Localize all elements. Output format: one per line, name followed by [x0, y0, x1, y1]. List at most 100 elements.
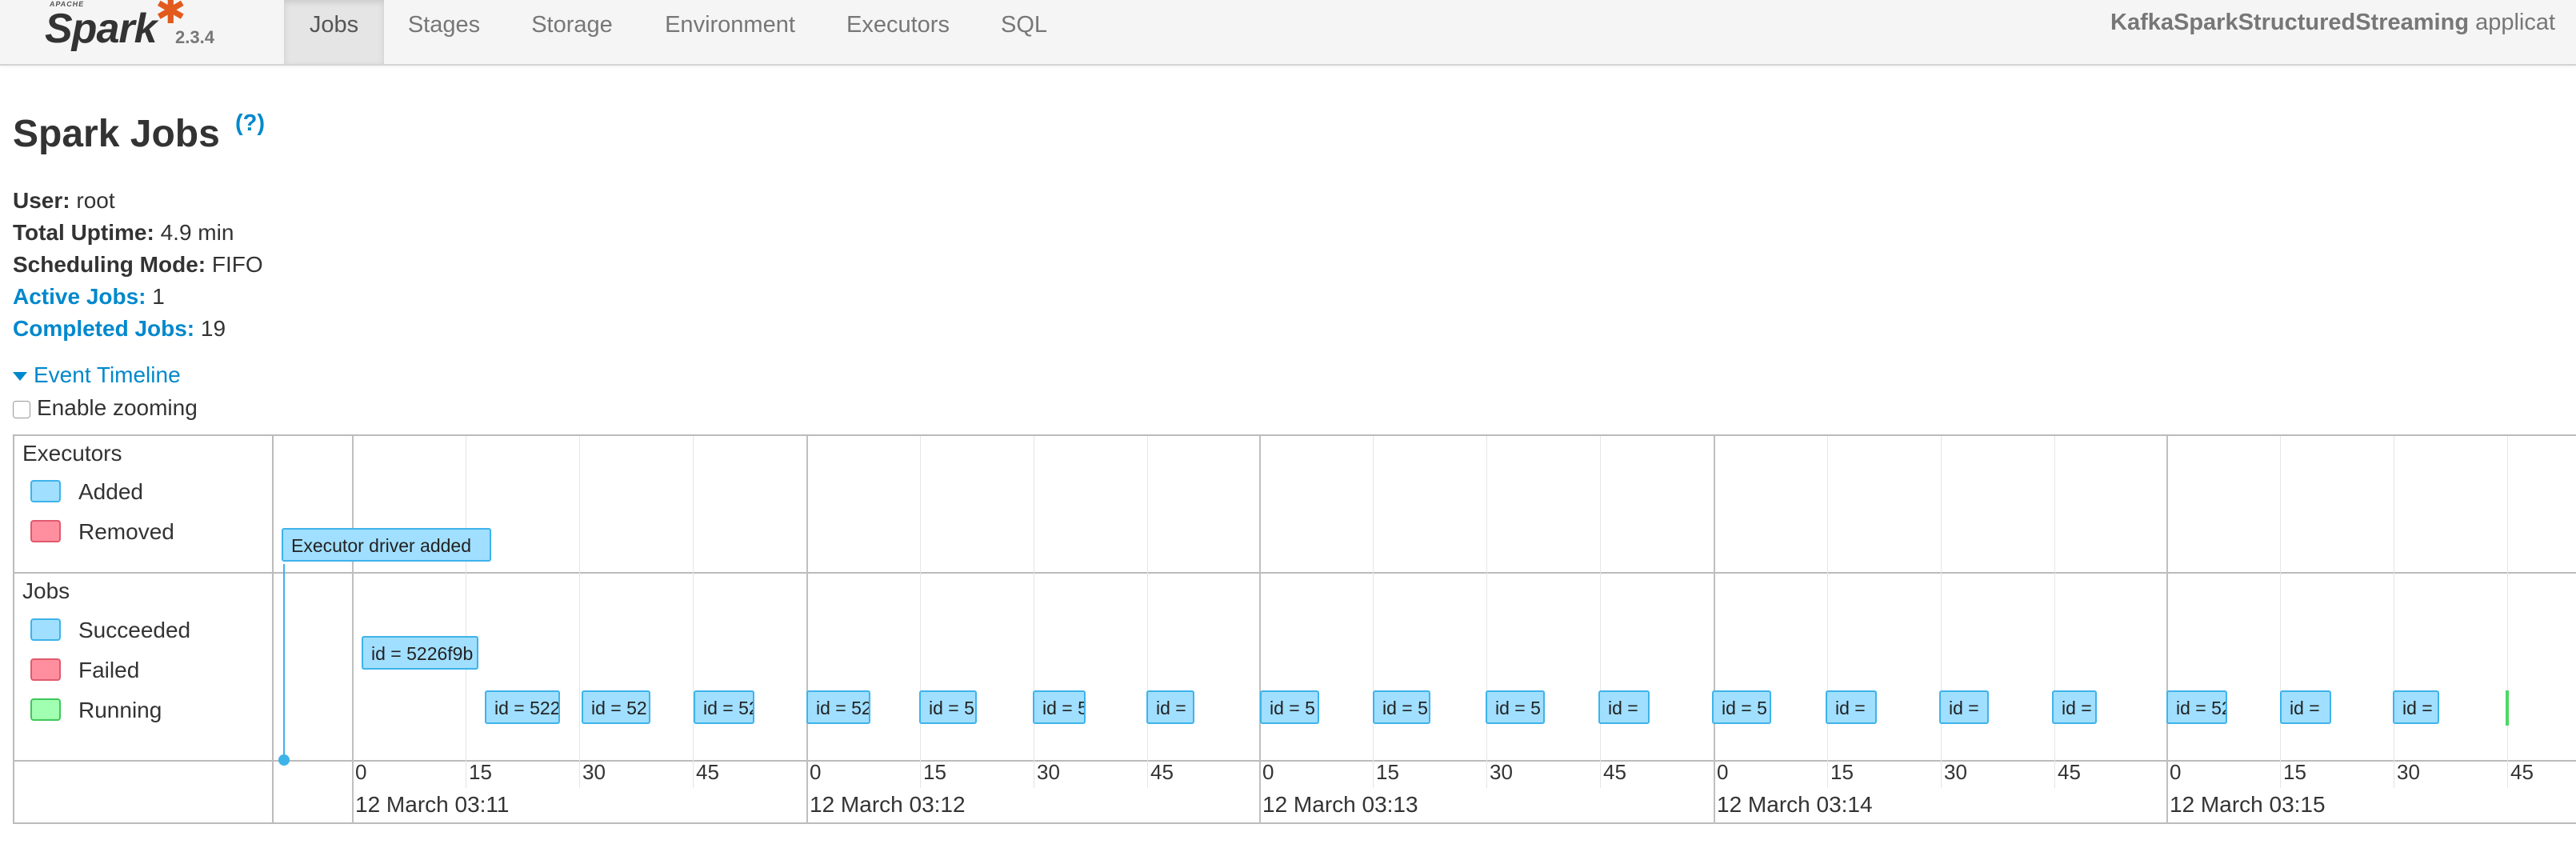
executor-event-dot [278, 754, 290, 766]
second-gridline [1147, 436, 1148, 788]
tab-stages[interactable]: Stages [384, 0, 504, 64]
second-gridline [1600, 436, 1601, 788]
job-bar-succeeded[interactable]: id = [2280, 690, 2331, 724]
added-swatch [30, 480, 61, 502]
legend-added: Added [78, 479, 143, 504]
axis-tick-label: 30 [2397, 760, 2420, 784]
job-bar-succeeded[interactable]: id = [2393, 690, 2439, 724]
job-bar-succeeded[interactable]: id = 5 [919, 690, 977, 724]
axis-tick-label: 15 [1830, 760, 1854, 784]
app-name-bold: KafkaSparkStructuredStreaming [2110, 10, 2470, 35]
axis-divider [14, 760, 2576, 762]
label-column-divider [272, 436, 274, 824]
axis-tick-label: 45 [2510, 760, 2534, 784]
removed-swatch [30, 520, 61, 542]
job-bar-succeeded[interactable]: id = [1939, 690, 1989, 724]
tab-storage[interactable]: Storage [504, 0, 640, 64]
completed-jobs-link[interactable]: Completed Jobs: [13, 316, 194, 341]
expand-triangle-icon [13, 372, 27, 382]
job-bar-succeeded[interactable]: id = 5 [1260, 690, 1319, 724]
axis-tick-label: 0 [2170, 760, 2182, 784]
second-gridline [2280, 436, 2281, 788]
job-bar-succeeded[interactable]: id = 5 [1373, 690, 1430, 724]
axis-tick-label: 0 [1717, 760, 1729, 784]
page-title: Spark Jobs [13, 113, 220, 155]
job-bar-succeeded[interactable]: id = 52 [582, 690, 650, 724]
axis-minute-label: 12 March 03:13 [1262, 792, 1418, 817]
second-gridline [2507, 436, 2508, 788]
legend-running: Running [78, 698, 162, 722]
second-gridline [1373, 436, 1374, 788]
summary-scheduling-mode: Scheduling Mode: FIFO [13, 252, 263, 277]
job-bar-running[interactable] [2506, 690, 2509, 726]
help-link[interactable]: (?) [235, 110, 265, 137]
axis-tick-label: 15 [469, 760, 492, 784]
failed-swatch [30, 658, 61, 681]
summary-completed-jobs: Completed Jobs: 19 [13, 316, 226, 341]
axis-tick-label: 45 [1150, 760, 1174, 784]
succeeded-swatch [30, 618, 61, 641]
second-gridline [579, 436, 580, 788]
event-timeline-toggle[interactable]: Event Timeline [13, 362, 181, 388]
logo-spark-text: Spark [45, 6, 158, 52]
axis-tick-label: 15 [2283, 760, 2306, 784]
executors-group-label: Executors [22, 441, 122, 466]
job-bar-succeeded[interactable]: id = [2052, 690, 2097, 724]
zoom-label: Enable zooming [37, 395, 198, 420]
executor-event-line [283, 564, 285, 760]
executor-driver-added-event[interactable]: Executor driver added [282, 528, 491, 562]
legend-failed: Failed [78, 658, 140, 682]
axis-tick-label: 45 [696, 760, 719, 784]
tab-sql[interactable]: SQL [976, 0, 1072, 64]
spark-version: 2.3.4 [175, 27, 214, 47]
summary-uptime: Total Uptime: 4.9 min [13, 220, 234, 245]
axis-tick-label: 15 [923, 760, 946, 784]
axis-tick-label: 45 [2058, 760, 2081, 784]
app-name-suffix: applicat [2469, 10, 2556, 35]
axis-tick-label: 30 [1037, 760, 1060, 784]
minute-gridline [806, 436, 808, 824]
axis-tick-label: 45 [1603, 760, 1626, 784]
job-bar-succeeded[interactable]: id = [1146, 690, 1194, 724]
axis-tick-label: 0 [1262, 760, 1274, 784]
tab-executors[interactable]: Executors [820, 0, 976, 64]
axis-tick-label: 30 [1490, 760, 1513, 784]
job-bar-succeeded[interactable]: id = 5 [1033, 690, 1086, 724]
axis-minute-label: 12 March 03:14 [1717, 792, 1873, 817]
second-gridline [1941, 436, 1942, 788]
application-name: KafkaSparkStructuredStreaming applicat [2110, 10, 2555, 36]
axis-minute-label: 12 March 03:15 [2170, 792, 2326, 817]
second-gridline [693, 436, 694, 788]
minute-gridline [2166, 436, 2168, 824]
second-gridline [920, 436, 921, 788]
job-bar-succeeded[interactable]: id = 5 [1712, 690, 1771, 724]
group-divider [14, 572, 2576, 574]
summary-user: User: root [13, 188, 115, 213]
tab-environment[interactable]: Environment [640, 0, 820, 64]
axis-minute-label: 12 March 03:11 [355, 792, 510, 817]
axis-tick-label: 0 [810, 760, 822, 784]
jobs-group-label: Jobs [22, 578, 70, 603]
job-bar-succeeded[interactable]: id = [1826, 690, 1877, 724]
minute-gridline [1259, 436, 1261, 824]
job-bar-succeeded[interactable]: id = 52 [2166, 690, 2227, 724]
second-gridline [2054, 436, 2055, 788]
minute-gridline [1714, 436, 1715, 824]
job-bar-succeeded[interactable]: id = 52 [694, 690, 754, 724]
job-bar-succeeded[interactable]: id = [1598, 690, 1650, 724]
zoom-checkbox[interactable] [13, 400, 30, 418]
job-bar-succeeded[interactable]: id = 5226f9b [362, 636, 478, 670]
event-timeline[interactable]: Executors Added Removed Jobs Succeeded F… [13, 434, 2576, 824]
legend-removed: Removed [78, 519, 174, 544]
enable-zooming[interactable]: Enable zooming [13, 395, 198, 421]
job-bar-succeeded[interactable]: id = 52 [806, 690, 870, 724]
job-bar-succeeded[interactable]: id = 522 [485, 690, 560, 724]
second-gridline [1486, 436, 1487, 788]
axis-minute-label: 12 March 03:12 [810, 792, 966, 817]
active-jobs-link[interactable]: Active Jobs: [13, 284, 146, 309]
axis-tick-label: 30 [582, 760, 606, 784]
job-bar-succeeded[interactable]: id = 5 [1486, 690, 1545, 724]
minute-gridline [352, 436, 354, 824]
running-swatch [30, 698, 61, 721]
tab-jobs[interactable]: Jobs [284, 0, 384, 64]
